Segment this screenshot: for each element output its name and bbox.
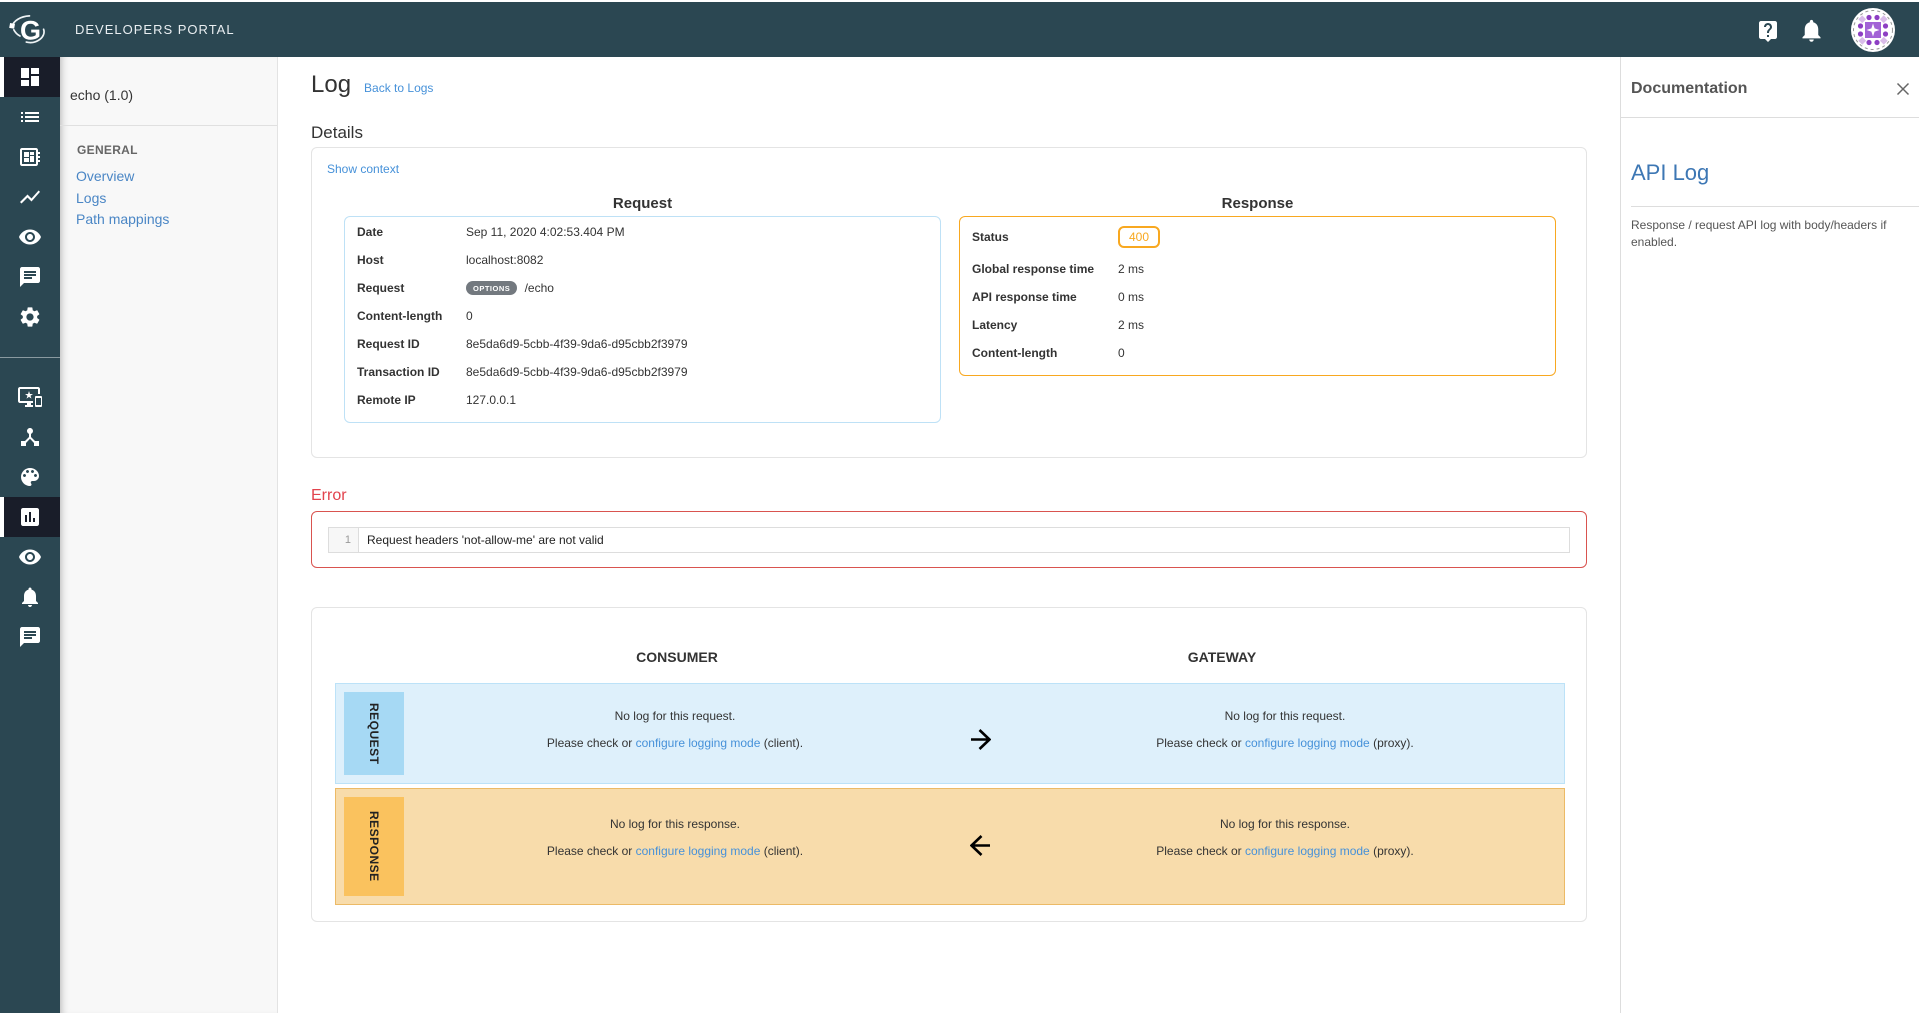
svg-text:G: G [20, 15, 41, 45]
